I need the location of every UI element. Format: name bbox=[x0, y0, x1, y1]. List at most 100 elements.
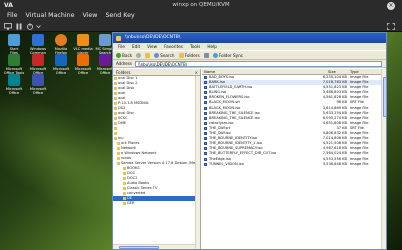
desktop-icon-label: Microsoft Office bbox=[96, 67, 114, 75]
tree-item-label: ocal Disc bbox=[118, 111, 135, 115]
folder-icon bbox=[114, 106, 117, 110]
desktop-icon-label: Microsoft Office bbox=[52, 67, 70, 75]
console-icon bbox=[32, 34, 44, 46]
disc-image-icon bbox=[204, 91, 207, 95]
tree-item-label: e Windows Network bbox=[121, 151, 157, 155]
menu-edit[interactable]: Edit bbox=[132, 43, 140, 50]
folders-pane-title: Folders bbox=[116, 70, 131, 75]
desktop-icon[interactable]: Mozilla Firefox bbox=[49, 34, 73, 55]
folder-icon bbox=[123, 171, 126, 175]
file-explorer-window[interactable]: \\nbu\iso\DE\IDE\OCNTB\ File Edit View F… bbox=[112, 32, 387, 250]
desktop-icon[interactable]: Microsoft Office bbox=[71, 54, 95, 75]
file-list: BAD_BOYS.iso 6,255,104 KB Image File BARK.i… bbox=[202, 75, 386, 167]
vm-menubar: File Virtual Machine View Send Key bbox=[0, 11, 402, 21]
folder-icon bbox=[114, 81, 117, 85]
file-type: Image File bbox=[350, 161, 369, 166]
desktop-icon[interactable]: Microsoft Office bbox=[2, 74, 26, 95]
folder-icon bbox=[178, 52, 184, 58]
scrollbar-thumb[interactable] bbox=[382, 77, 387, 117]
file-list-pane: Name Size Type BAD_BOYS.iso 6,255,104 KB I… bbox=[202, 69, 387, 249]
desktop-icon[interactable]: Microsoft Office bbox=[26, 54, 50, 75]
firefox-icon bbox=[55, 34, 67, 46]
desktop-icon[interactable]: Microsoft Office bbox=[49, 54, 73, 75]
desktop-icon[interactable]: Start Files bbox=[2, 34, 26, 55]
folder-sync-button[interactable]: Folder Sync bbox=[212, 52, 243, 58]
menu-help[interactable]: Help bbox=[207, 43, 217, 50]
excel-icon bbox=[8, 54, 20, 66]
tree-item-label: inu bbox=[118, 136, 124, 140]
scrollbar[interactable] bbox=[381, 69, 387, 249]
scrollbar-thumb[interactable] bbox=[119, 245, 159, 249]
disc-image-icon bbox=[204, 132, 207, 136]
folder-icon bbox=[114, 86, 117, 90]
folder-icon bbox=[114, 76, 117, 80]
folders-button[interactable]: Folders bbox=[178, 52, 200, 58]
disc-image-icon bbox=[204, 111, 207, 115]
menu-view[interactable]: View bbox=[147, 43, 157, 50]
folder-icon bbox=[117, 151, 120, 155]
scrollbar[interactable] bbox=[113, 244, 195, 249]
menu-favorites[interactable]: Favorites bbox=[164, 43, 183, 50]
tree-item[interactable]: GER bbox=[113, 201, 200, 206]
desktop-icon[interactable]: VLC media player bbox=[71, 34, 95, 55]
tree-item-label: ork Places bbox=[121, 141, 140, 145]
chevron-down-icon[interactable] bbox=[36, 23, 41, 30]
disc-image-icon bbox=[204, 101, 207, 105]
desktop-icon[interactable]: Microsoft Office bbox=[26, 74, 50, 95]
publisher-icon bbox=[8, 74, 20, 86]
folder-icon bbox=[117, 146, 120, 150]
close-button[interactable]: × bbox=[387, 1, 395, 10]
address-input[interactable]: \\nbu\iso\DE\IDE\OCNTB\ bbox=[134, 60, 382, 67]
explorer-titlebar[interactable]: \\nbu\iso\DE\IDE\OCNTB\ bbox=[113, 33, 386, 43]
menu-send-key[interactable]: Send Key bbox=[105, 11, 134, 21]
back-button[interactable]: Back bbox=[116, 52, 132, 58]
menu-file[interactable]: File bbox=[7, 11, 18, 21]
search-button[interactable]: Search bbox=[154, 52, 175, 58]
forward-button[interactable] bbox=[136, 52, 142, 58]
pause-icon[interactable] bbox=[15, 23, 23, 30]
folder-icon bbox=[123, 176, 126, 180]
tree-item-label: Network bbox=[121, 146, 137, 150]
file-size: 3,536,648 KB bbox=[322, 161, 347, 166]
menu-file[interactable]: File bbox=[118, 43, 125, 50]
disc-image-icon bbox=[204, 126, 207, 130]
tree-item-label: Audio Books bbox=[127, 181, 150, 185]
monitor-icon[interactable] bbox=[4, 23, 12, 30]
folder-icon bbox=[117, 141, 120, 145]
up-button[interactable] bbox=[145, 52, 151, 58]
close-folders-button[interactable]: × bbox=[195, 69, 198, 76]
vm-titlebar: VA winxp on QEMU/KVM × bbox=[0, 0, 402, 11]
tree-item-label: P:10.1.8 MSDN4L bbox=[118, 101, 150, 105]
power-icon[interactable] bbox=[26, 23, 34, 30]
tree-item-label: DOC2 bbox=[127, 176, 138, 180]
disc-image-icon bbox=[204, 137, 207, 141]
folder-icon bbox=[114, 96, 117, 100]
folder-icon bbox=[114, 126, 117, 130]
desktop-icon[interactable]: Microsoft Office Tools bbox=[2, 54, 26, 75]
tree-item-label: DS2 bbox=[118, 106, 126, 110]
menu-tools[interactable]: Tools bbox=[190, 43, 200, 50]
file-row[interactable]: TUNNEL_VISION.iso 3,536,648 KB Image File bbox=[202, 162, 386, 167]
fullscreen-icon[interactable] bbox=[387, 23, 395, 30]
menu-virtual-machine[interactable]: Virtual Machine bbox=[26, 11, 75, 21]
views-button[interactable] bbox=[203, 52, 209, 58]
scrollbar[interactable] bbox=[195, 76, 200, 249]
explorer-toolbar: Back Search Folders Folder Sync bbox=[113, 50, 386, 60]
disc-image-icon bbox=[204, 96, 207, 100]
folder-icon bbox=[116, 35, 121, 41]
disc-image-icon bbox=[204, 147, 207, 151]
tree-item-label: DOC bbox=[127, 171, 136, 175]
disc-image-icon bbox=[204, 157, 207, 161]
desktop-icon[interactable]: Windows Comman bbox=[26, 34, 50, 55]
menu-view[interactable]: View bbox=[82, 11, 97, 21]
tree-item-label: Classic Series TV bbox=[127, 186, 158, 190]
folder-icon bbox=[123, 181, 126, 185]
disc-image-icon bbox=[204, 86, 207, 90]
disc-image-icon bbox=[204, 152, 207, 156]
folder-icon bbox=[117, 156, 120, 160]
back-arrow-icon bbox=[116, 52, 121, 58]
disc-image-icon bbox=[204, 142, 207, 146]
forward-arrow-icon bbox=[136, 52, 142, 58]
tree-item-label: ronas bbox=[121, 156, 131, 160]
access-icon bbox=[32, 54, 44, 66]
